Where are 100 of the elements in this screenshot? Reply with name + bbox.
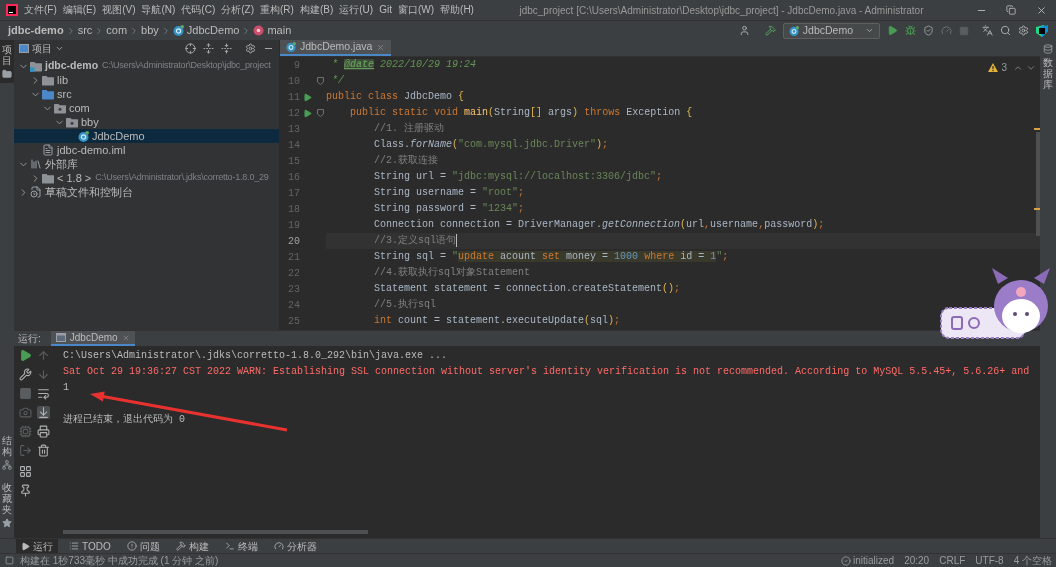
line-number: 14 [287, 138, 300, 153]
scroll-to-end-icon[interactable] [37, 406, 50, 419]
warning-icon[interactable] [988, 63, 999, 72]
user-icon[interactable] [738, 25, 750, 36]
tree-item[interactable]: jdbc-demo C:\Users\Administrator\Desktop\jdbc_project [14, 59, 279, 73]
menu-item[interactable]: 导航(N) [138, 3, 179, 17]
menu-item[interactable]: 运行(U) [336, 3, 377, 17]
tool-windows-icon[interactable] [5, 556, 14, 565]
wrench-icon[interactable] [19, 368, 32, 381]
profile-icon[interactable] [941, 25, 952, 36]
tree-item[interactable]: 草稿文件和控制台 [14, 185, 279, 199]
crosshair-icon[interactable] [185, 43, 196, 54]
run-config-dropdown[interactable]: JdbcDemo [782, 22, 880, 39]
stop-icon[interactable] [19, 387, 32, 400]
file-icon [42, 144, 54, 156]
stop-icon[interactable] [959, 25, 969, 36]
trash-icon[interactable] [37, 444, 50, 457]
warning-stripe-marker[interactable] [1034, 128, 1040, 130]
menu-item[interactable]: 文件(F) [21, 3, 60, 17]
status-bar-item[interactable]: CRLF [939, 553, 966, 567]
breadcrumb-item[interactable]: JdbcDemo [172, 22, 240, 39]
camera-icon[interactable] [19, 406, 32, 419]
tree-item[interactable]: bby [14, 115, 279, 129]
exit-icon[interactable] [19, 444, 32, 457]
tool-window-tab[interactable]: 分析器 [268, 539, 322, 553]
editor-tab[interactable]: JdbcDemo.java [280, 40, 392, 56]
menu-item[interactable]: 窗口(W) [394, 3, 438, 17]
menu-item[interactable]: Git [376, 3, 395, 17]
console-icon [55, 333, 66, 342]
caret-icon [865, 26, 874, 35]
fold-marker-icon[interactable] [316, 109, 324, 117]
status-bar-item[interactable]: 20:20 [904, 553, 930, 567]
settings-icon[interactable] [245, 43, 256, 54]
close-icon [1035, 4, 1047, 16]
arrow-up-icon[interactable] [37, 349, 50, 362]
expand-all-icon[interactable] [203, 43, 214, 54]
arrow-down-icon[interactable] [37, 368, 50, 381]
tool-window-tab[interactable]: 终端 [219, 539, 263, 553]
pin-icon[interactable] [19, 484, 32, 497]
printer-icon[interactable] [37, 425, 50, 438]
scrollbar-thumb[interactable] [63, 530, 368, 534]
line-number: 15 [287, 154, 300, 169]
settings-icon[interactable] [1018, 25, 1029, 36]
translate-icon[interactable] [982, 25, 993, 36]
layout-icon[interactable] [19, 465, 32, 478]
breadcrumb-item[interactable]: jdbc-demo [8, 22, 64, 39]
menu-item[interactable]: 编辑(E) [59, 3, 100, 17]
warning-stripe-marker[interactable] [1034, 208, 1040, 210]
status-bar-item[interactable]: 4 个空格 [1013, 553, 1052, 567]
tool-window-tab[interactable]: TODO [64, 539, 116, 553]
tool-window-tab[interactable]: 项目 [0, 40, 14, 83]
tool-window-tab[interactable]: 运行 [16, 539, 58, 553]
run-icon[interactable] [887, 25, 898, 36]
search-icon[interactable] [1000, 25, 1011, 36]
code-line: * @date 2022/10/29 19:24 [331, 58, 477, 72]
database-icon [1043, 44, 1053, 54]
fold-marker-icon[interactable] [316, 77, 324, 85]
code-line: public class JdbcDemo { [326, 90, 465, 104]
chip-icon[interactable] [19, 425, 32, 438]
folder-icon [42, 74, 54, 86]
project-view-dropdown[interactable]: 项目 [19, 41, 64, 56]
line-number: 17 [287, 186, 300, 201]
menu-item[interactable]: 分析(Z) [218, 3, 258, 17]
tool-window-tab[interactable]: 数据库 [1040, 40, 1056, 94]
tool-window-tab[interactable]: 收藏夹 [0, 478, 14, 532]
run-tab[interactable]: JdbcDemo [50, 331, 135, 346]
scratch-file-icon [30, 186, 42, 198]
tree-item[interactable]: com [14, 101, 279, 115]
toolbox-logo-icon[interactable] [1036, 24, 1048, 37]
class-icon [286, 42, 296, 52]
status-bar-item[interactable]: UTF-8 [975, 553, 1004, 567]
soft-wrap-icon[interactable] [37, 387, 50, 400]
tree-item[interactable]: src [14, 87, 279, 101]
tree-item[interactable]: 外部库 [14, 157, 279, 171]
tree-item[interactable]: lib [14, 73, 279, 87]
tool-window-tab[interactable]: 问题 [121, 539, 165, 553]
menu-item[interactable]: 重构(R) [257, 3, 297, 17]
tool-window-tab[interactable]: 构建 [170, 539, 214, 553]
menu-item[interactable]: 构建(B) [296, 3, 337, 17]
breadcrumb-item[interactable]: bby [141, 22, 159, 39]
tool-window-tab[interactable]: 结构 [0, 431, 14, 474]
breadcrumb-item[interactable]: com [106, 22, 128, 39]
debug-icon[interactable] [905, 25, 916, 36]
console-line: 进程已结束，退出代码为 0 [63, 412, 186, 427]
tree-item[interactable]: < 1.8 > C:\Users\Administrator\.jdks\corretto-1.8.0_29 [14, 171, 279, 185]
breadcrumb-item[interactable]: main [253, 22, 292, 39]
tree-item[interactable]: jdbc-demo.iml [14, 143, 279, 157]
package-icon [54, 102, 66, 114]
coverage-icon[interactable] [923, 25, 934, 36]
hammer-icon[interactable] [764, 25, 776, 36]
status-bar-item[interactable]: initialized [841, 553, 895, 567]
rerun-icon[interactable] [19, 349, 32, 362]
warning-count: 3 [1001, 61, 1007, 75]
tree-item[interactable]: JdbcDemo [14, 129, 279, 143]
menu-item[interactable]: 视图(V) [99, 3, 139, 17]
menu-item[interactable]: 帮助(H) [437, 3, 477, 17]
menu-item[interactable]: 代码(C) [178, 3, 219, 17]
collapse-all-icon[interactable] [221, 43, 232, 54]
alert-icon [126, 541, 137, 551]
breadcrumb-item[interactable]: src [77, 22, 93, 39]
